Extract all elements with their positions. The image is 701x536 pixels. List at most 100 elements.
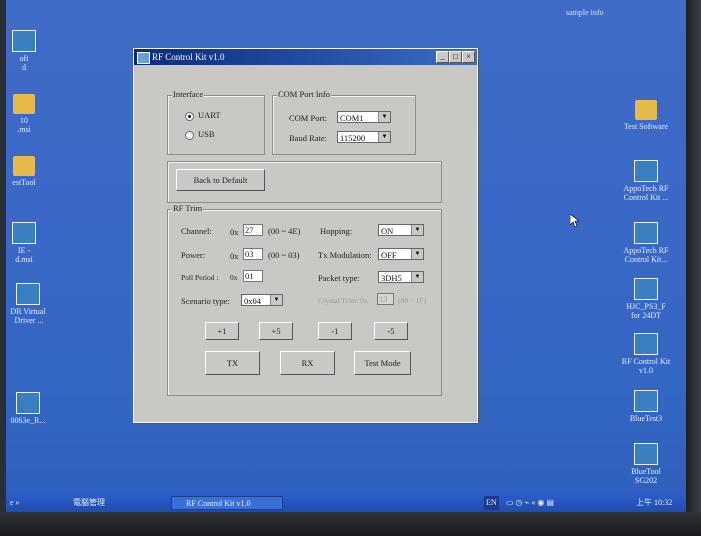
gamepad-icon — [634, 278, 658, 300]
desktop-top-text: sample info — [566, 8, 604, 17]
chevron-down-icon[interactable]: ▼ — [378, 132, 390, 142]
channel-input[interactable]: 27 — [243, 224, 263, 236]
desktop-icon-label: AppoTech RF Control Kit... — [623, 246, 669, 264]
desktop-icon-0063e[interactable]: 0063e_R... — [6, 392, 60, 425]
defaults-frame: Back to Default — [167, 161, 442, 203]
close-button[interactable]: × — [462, 51, 475, 63]
tx-modulation-select[interactable]: OFF ▼ — [378, 248, 424, 260]
minus-1-button[interactable]: -1 — [318, 322, 352, 340]
hopping-select[interactable]: ON ▼ — [378, 224, 424, 236]
taskbar-item-computer-management[interactable]: 電腦管理 — [61, 496, 105, 510]
window-titlebar[interactable]: RF Control Kit v1.0 _ □ × — [134, 49, 477, 65]
desktop-icon-ie-msi[interactable]: IE - d.msi — [6, 222, 56, 264]
desktop-icon-esttool[interactable]: estTool — [6, 156, 56, 187]
chevron-down-icon[interactable]: ▼ — [411, 272, 423, 282]
desktop-icon-label: DR Virtual Driver ... — [10, 307, 46, 325]
quick-launch[interactable]: e » — [10, 496, 20, 510]
baud-rate-select[interactable]: 115200 ▼ — [337, 131, 391, 143]
interface-caption: Interface — [172, 89, 205, 99]
language-indicator[interactable]: EN — [484, 496, 499, 510]
rf-trim-caption: RF Trim — [172, 203, 204, 213]
com-port-info-group: COM Port Info COM Port: COM1 ▼ Baud Rate… — [272, 89, 416, 155]
app-icon — [12, 30, 36, 52]
back-to-default-button[interactable]: Back to Default — [176, 169, 265, 191]
app-icon — [16, 392, 40, 414]
uart-label: UART — [198, 110, 221, 120]
desktop-icon-label: oft d — [19, 54, 29, 72]
chevron-down-icon[interactable]: ▼ — [411, 225, 423, 235]
desktop-icon-bluetest3[interactable]: BlueTest3 — [614, 390, 678, 423]
desktop-icon-label: estTool — [12, 178, 36, 187]
mouse-cursor-icon — [570, 214, 580, 228]
folder-icon — [13, 94, 35, 114]
power-prefix: 0x — [230, 251, 239, 261]
plus-5-button[interactable]: +5 — [259, 322, 293, 340]
crystal-trim-input[interactable]: 13 — [377, 293, 394, 305]
desktop-icon-label: BlueTool SG202 — [631, 467, 661, 485]
maximize-button[interactable]: □ — [449, 51, 462, 63]
uart-radio[interactable] — [185, 112, 194, 121]
clock: 上午 10:32 — [636, 498, 673, 507]
rf-trim-group: RF Trim Channel: 0x 27 (00 ~ 4E) Power: … — [167, 203, 442, 396]
usb-radio[interactable] — [185, 131, 194, 140]
tx-button[interactable]: TX — [205, 351, 260, 375]
folder-icon — [13, 156, 35, 176]
packet-type-value: 3DH5 — [381, 273, 402, 283]
taskbar-item-rf-control-kit[interactable]: RF Control Kit v1.0 — [171, 496, 283, 510]
power-input[interactable]: 03 — [243, 248, 263, 260]
tx-modulation-label: Tx Modulation: — [318, 250, 372, 260]
desktop-icon-oft[interactable]: oft d — [6, 30, 56, 72]
scenario-type-value: 0x04 — [244, 296, 261, 306]
crystal-trim-label: Crystal Trim: 0x — [318, 296, 368, 305]
poll-period-label: Poll Period : — [181, 273, 219, 282]
scenario-type-select[interactable]: 0x04 ▼ — [241, 294, 283, 306]
desktop-icon-rf-control-kit[interactable]: RF Control Kit v1.0 — [614, 333, 678, 375]
app-icon — [634, 160, 658, 182]
packet-type-select[interactable]: 3DH5 ▼ — [378, 271, 424, 283]
test-mode-button[interactable]: Test Mode — [354, 351, 411, 375]
chevron-down-icon[interactable]: ▼ — [378, 112, 390, 122]
desktop-icon-appotech-rf-1[interactable]: AppoTech RF Control Kit ... — [614, 160, 678, 202]
desktop-screen: sample info oft d 10 .msi estTool IE - d… — [6, 0, 686, 512]
desktop-icon-label: HJC_PS3_F for 24DT — [626, 302, 666, 320]
desktop-icon-bluetool[interactable]: BlueTool SG202 — [614, 443, 678, 485]
minus-5-button[interactable]: -5 — [374, 322, 408, 340]
desktop-icon-msi[interactable]: 10 .msi — [6, 94, 56, 134]
desktop-icon-label: RF Control Kit v1.0 — [621, 357, 671, 375]
app-icon — [12, 222, 36, 244]
taskbar: e » 電腦管理 RF Control Kit v1.0 EN ▭ ◷ ⌁ « … — [6, 494, 686, 512]
app-icon — [634, 222, 658, 244]
rx-button[interactable]: RX — [280, 351, 335, 375]
packet-type-label: Packet type: — [318, 273, 360, 283]
baud-rate-label: Baud Rate: — [289, 133, 328, 143]
com-port-label: COM Port: — [289, 113, 328, 123]
usb-label: USB — [198, 129, 215, 139]
bluetooth-icon — [634, 443, 658, 465]
poll-period-prefix: 0x — [230, 273, 238, 282]
minimize-button[interactable]: _ — [436, 51, 449, 63]
power-range: (00 ~ 03) — [268, 250, 300, 260]
desktop-icon-label: AppoTech RF Control Kit ... — [623, 184, 669, 202]
rf-control-kit-window: RF Control Kit v1.0 _ □ × Interface UART… — [133, 48, 478, 423]
app-icon — [634, 333, 658, 355]
tray-icons: ▭ ◷ ⌁ « ◉ ▤ — [506, 498, 554, 507]
desktop-icon-label: Test Software — [623, 122, 669, 131]
interface-group: Interface UART USB — [167, 89, 265, 155]
desktop-icon-hjc-ps3[interactable]: HJC_PS3_F for 24DT — [614, 278, 678, 320]
poll-period-input[interactable]: 01 — [243, 270, 263, 282]
hopping-label: Hopping: — [320, 226, 353, 236]
desktop-icon-virtual-driver[interactable]: DR Virtual Driver ... — [6, 283, 60, 325]
crystal-trim-range: (00 ~ 1F) — [398, 296, 427, 305]
channel-prefix: 0x — [230, 227, 239, 237]
desktop-icon-test-software[interactable]: Test Software — [614, 100, 678, 131]
plus-1-button[interactable]: +1 — [205, 322, 239, 340]
chevron-down-icon[interactable]: ▼ — [270, 295, 282, 305]
app-icon — [137, 52, 150, 64]
com-port-select[interactable]: COM1 ▼ — [337, 111, 391, 123]
power-label: Power: — [181, 250, 206, 260]
desktop-icon-appotech-rf-2[interactable]: AppoTech RF Control Kit... — [614, 222, 678, 264]
baud-rate-value: 115200 — [340, 133, 366, 143]
chevron-down-icon[interactable]: ▼ — [411, 249, 423, 259]
bluetooth-icon — [634, 390, 658, 412]
desktop-icon-label: IE - d.msi — [15, 246, 33, 264]
